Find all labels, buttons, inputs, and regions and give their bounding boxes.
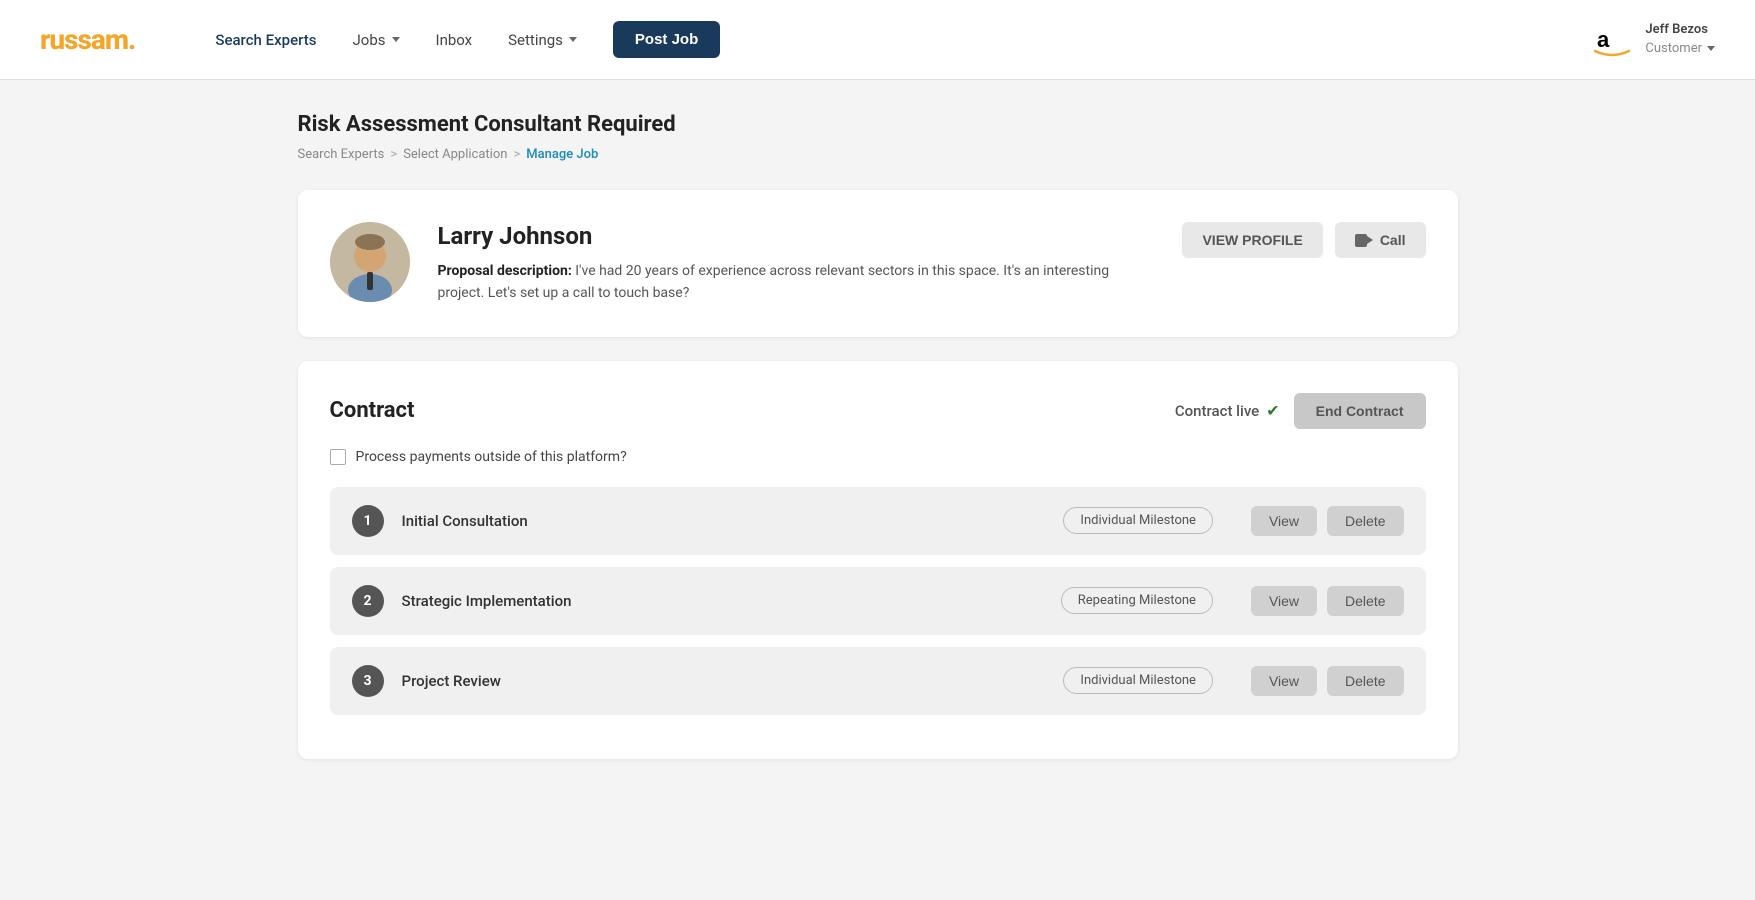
milestone-actions-1: View Delete [1251, 506, 1404, 536]
milestone-number-1: 1 [352, 505, 384, 537]
table-row: 2 Strategic Implementation Repeating Mil… [330, 567, 1426, 635]
header-right: a Jeff Bezos Customer [1591, 19, 1715, 61]
milestone-view-button-2[interactable]: View [1251, 586, 1317, 616]
header: russam. Search Experts Jobs Inbox Settin… [0, 0, 1755, 80]
main: Risk Assessment Consultant Required Sear… [278, 80, 1478, 815]
breadcrumb-sep-2: > [513, 147, 520, 162]
milestone-badge-1: Individual Milestone [1063, 507, 1213, 534]
milestone-actions-2: View Delete [1251, 586, 1404, 616]
payments-checkbox[interactable] [330, 449, 346, 465]
contract-title: Contract [330, 398, 415, 423]
expert-card: Larry Johnson Proposal description: I've… [298, 190, 1458, 337]
nav-settings[interactable]: Settings [508, 31, 577, 49]
svg-text:a: a [1597, 27, 1610, 52]
milestone-name-3: Project Review [402, 672, 1046, 690]
breadcrumb-sep-1: > [390, 147, 397, 162]
jobs-chevron-down-icon [392, 37, 400, 42]
profile-info: Larry Johnson Proposal description: I've… [438, 222, 1155, 305]
nav-inbox[interactable]: Inbox [436, 31, 473, 49]
expert-name: Larry Johnson [438, 222, 1155, 250]
contract-live-status: Contract live ✔ [1175, 401, 1280, 420]
table-row: 1 Initial Consultation Individual Milest… [330, 487, 1426, 555]
profile-actions: VIEW PROFILE Call [1182, 222, 1425, 258]
checkbox-row: Process payments outside of this platfor… [330, 449, 1426, 465]
milestone-delete-button-3[interactable]: Delete [1327, 666, 1403, 696]
proposal-description: Proposal description: I've had 20 years … [438, 260, 1155, 305]
milestone-name-1: Initial Consultation [402, 512, 1046, 530]
milestone-delete-button-2[interactable]: Delete [1327, 586, 1403, 616]
check-icon: ✔ [1266, 401, 1279, 420]
view-profile-button[interactable]: VIEW PROFILE [1182, 222, 1322, 258]
logo-dot: . [128, 23, 135, 56]
table-row: 3 Project Review Individual Milestone Vi… [330, 647, 1426, 715]
user-info: Jeff Bezos Customer [1645, 21, 1715, 57]
breadcrumb-manage-job[interactable]: Manage Job [526, 147, 598, 162]
amazon-logo-icon: a [1591, 19, 1633, 61]
nav: Search Experts Jobs Inbox Settings Post … [215, 21, 1591, 58]
video-icon [1355, 234, 1373, 247]
page-title: Risk Assessment Consultant Required [298, 112, 1458, 137]
milestone-delete-button-1[interactable]: Delete [1327, 506, 1403, 536]
nav-search-experts[interactable]: Search Experts [215, 31, 316, 49]
contract-card: Contract Contract live ✔ End Contract Pr… [298, 361, 1458, 759]
user-chevron-down-icon [1707, 46, 1715, 51]
milestone-number-2: 2 [352, 585, 384, 617]
nav-jobs[interactable]: Jobs [353, 31, 400, 49]
milestone-name-2: Strategic Implementation [402, 592, 1043, 610]
milestone-badge-2: Repeating Milestone [1061, 587, 1213, 614]
call-button[interactable]: Call [1335, 222, 1426, 258]
logo-text: russam [40, 23, 128, 56]
post-job-button[interactable]: Post Job [613, 21, 720, 58]
profile-row: Larry Johnson Proposal description: I've… [330, 222, 1426, 305]
milestone-actions-3: View Delete [1251, 666, 1404, 696]
user-role: Customer [1645, 40, 1715, 58]
avatar [330, 222, 410, 302]
milestone-view-button-1[interactable]: View [1251, 506, 1317, 536]
milestones-list: 1 Initial Consultation Individual Milest… [330, 487, 1426, 715]
logo[interactable]: russam. [40, 23, 135, 56]
user-name: Jeff Bezos [1645, 21, 1715, 39]
proposal-label: Proposal description: [438, 263, 572, 279]
milestone-number-3: 3 [352, 665, 384, 697]
milestone-view-button-3[interactable]: View [1251, 666, 1317, 696]
breadcrumb: Search Experts > Select Application > Ma… [298, 147, 1458, 162]
breadcrumb-search-experts[interactable]: Search Experts [298, 147, 385, 162]
end-contract-button[interactable]: End Contract [1294, 393, 1426, 429]
settings-chevron-down-icon [569, 37, 577, 42]
payments-checkbox-label: Process payments outside of this platfor… [356, 449, 627, 465]
contract-status-area: Contract live ✔ End Contract [1175, 393, 1426, 429]
milestone-badge-3: Individual Milestone [1063, 667, 1213, 694]
contract-header: Contract Contract live ✔ End Contract [330, 393, 1426, 429]
breadcrumb-select-application[interactable]: Select Application [403, 147, 507, 162]
